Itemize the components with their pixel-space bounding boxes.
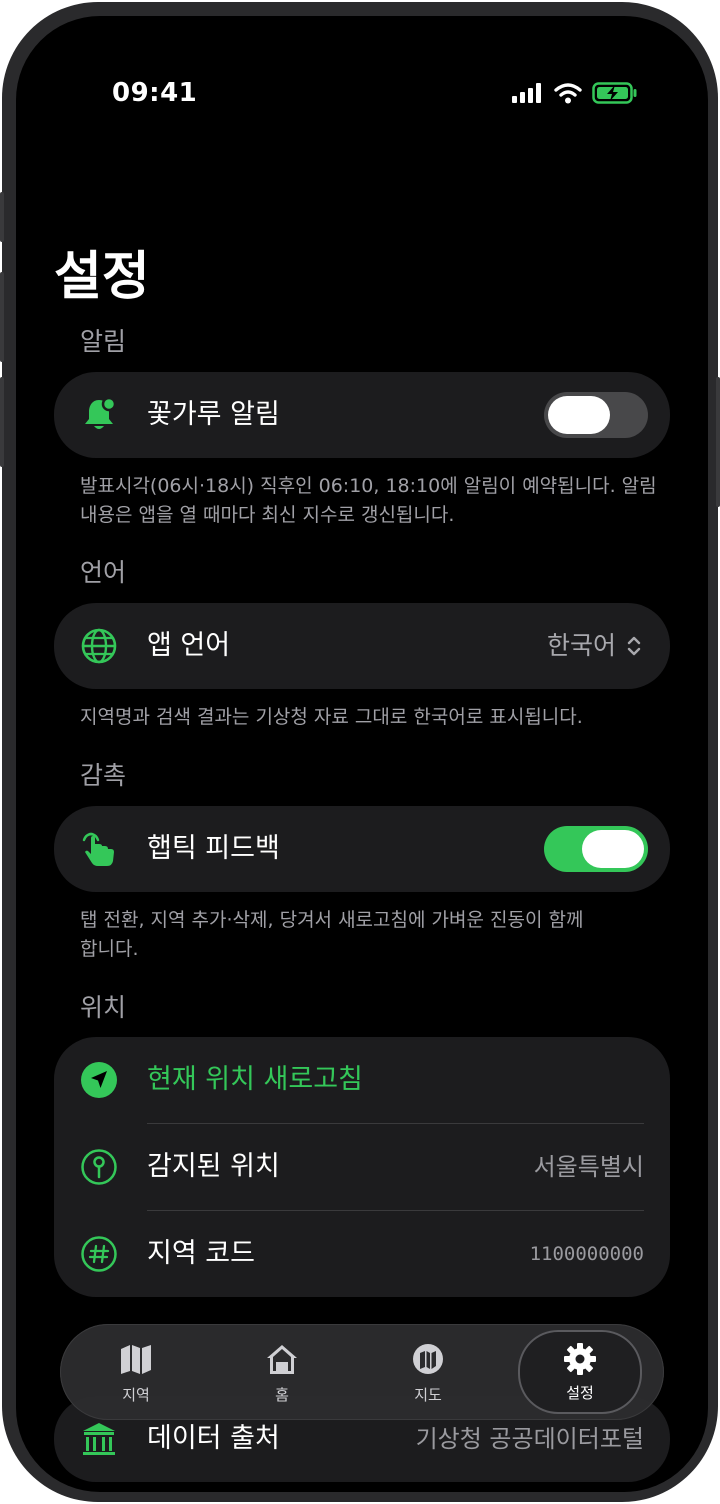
alerts-footnote: 발표시각(06시·18시) 직후인 06:10, 18:10에 알림이 예약됩니… xyxy=(80,475,657,526)
status-bar: 09:41 xyxy=(16,16,708,126)
region-code-label: 지역 코드 xyxy=(147,1238,255,1269)
location-arrow-icon xyxy=(81,1062,117,1098)
bank-icon xyxy=(83,1423,115,1455)
language-card: 앱 언어 한국어 xyxy=(54,603,670,689)
house-icon xyxy=(267,1345,297,1374)
side-button xyxy=(716,377,720,507)
refresh-location-label: 현재 위치 새로고침 xyxy=(147,1064,363,1095)
haptic-feedback-toggle[interactable] xyxy=(544,826,648,872)
hash-icon xyxy=(81,1236,117,1272)
tab-settings-label: 설정 xyxy=(566,1384,594,1402)
status-icons xyxy=(512,82,638,104)
chevron-up-down-icon xyxy=(627,636,641,656)
tab-regions-label: 지역 xyxy=(122,1386,150,1404)
pollen-alert-row: 꽃가루 알림 xyxy=(54,372,670,458)
app-language-label: 앱 언어 xyxy=(147,630,231,661)
volume-down-button xyxy=(0,377,4,467)
section-header-alerts: 알림 xyxy=(80,327,127,356)
haptic-feedback-label: 햅틱 피드백 xyxy=(147,833,280,864)
detected-location-value: 서울특별시 xyxy=(533,1153,644,1181)
action-button xyxy=(0,192,4,242)
section-header-location: 위치 xyxy=(80,993,127,1022)
volume-up-button xyxy=(0,272,4,362)
detected-location-label: 감지된 위치 xyxy=(147,1151,280,1182)
wifi-icon xyxy=(554,82,582,103)
detected-location-row: 감지된 위치 서울특별시 xyxy=(54,1124,670,1210)
app-language-value: 한국어 xyxy=(546,631,616,660)
page-title: 설정 xyxy=(54,247,150,307)
map-icon xyxy=(121,1345,151,1374)
section-header-language: 언어 xyxy=(80,558,127,587)
hand-tap-icon xyxy=(82,832,114,866)
haptics-footnote: 탭 전환, 지역 추가·삭제, 당겨서 새로고침에 가벼운 진동이 함께합니다. xyxy=(80,909,584,960)
tab-regions[interactable]: 지역 xyxy=(74,1324,198,1420)
cellular-signal-icon xyxy=(512,83,541,103)
region-code-row: 지역 코드 1100000000 xyxy=(54,1211,670,1297)
refresh-location-row[interactable]: 현재 위치 새로고침 xyxy=(54,1037,670,1123)
pollen-alert-label: 꽃가루 알림 xyxy=(147,399,280,430)
map-pin-icon xyxy=(81,1149,117,1185)
gear-icon xyxy=(564,1343,596,1375)
tab-home[interactable]: 홈 xyxy=(220,1324,344,1420)
toggle-knob xyxy=(582,830,644,868)
haptic-feedback-row: 햅틱 피드백 xyxy=(54,806,670,892)
section-header-haptics: 감촉 xyxy=(80,761,127,790)
toggle-knob xyxy=(548,396,610,434)
haptics-card: 햅틱 피드백 xyxy=(54,806,670,892)
pollen-alert-toggle[interactable] xyxy=(544,392,648,438)
app-language-row[interactable]: 앱 언어 한국어 xyxy=(54,603,670,689)
bell-badge-icon xyxy=(85,396,117,429)
tab-map-label: 지도 xyxy=(414,1386,442,1404)
tab-bar: 지역 홈 지도 설정 xyxy=(60,1324,664,1420)
map-circle-icon xyxy=(413,1344,443,1374)
language-footnote: 지역명과 검색 결과는 기상청 자료 그대로 한국어로 표시됩니다. xyxy=(80,706,583,728)
globe-icon xyxy=(81,628,117,664)
status-time: 09:41 xyxy=(112,78,198,108)
tab-settings[interactable]: 설정 xyxy=(518,1330,642,1414)
region-code-value: 1100000000 xyxy=(529,1243,644,1265)
tab-home-label: 홈 xyxy=(275,1386,289,1404)
battery-charging-icon xyxy=(592,82,637,104)
alerts-card: 꽃가루 알림 xyxy=(54,372,670,458)
tab-map[interactable]: 지도 xyxy=(366,1324,490,1420)
location-card: 현재 위치 새로고침 감지된 위치 서울특별시 지역 코드 1100000000 xyxy=(54,1037,670,1297)
phone-frame: 09:41 설정 알림 꽃가루 알림 발표시각(06시·18시) 직후인 06:… xyxy=(0,2,720,1502)
screen: 09:41 설정 알림 꽃가루 알림 발표시각(06시·18시) 직후인 06:… xyxy=(16,16,708,1492)
